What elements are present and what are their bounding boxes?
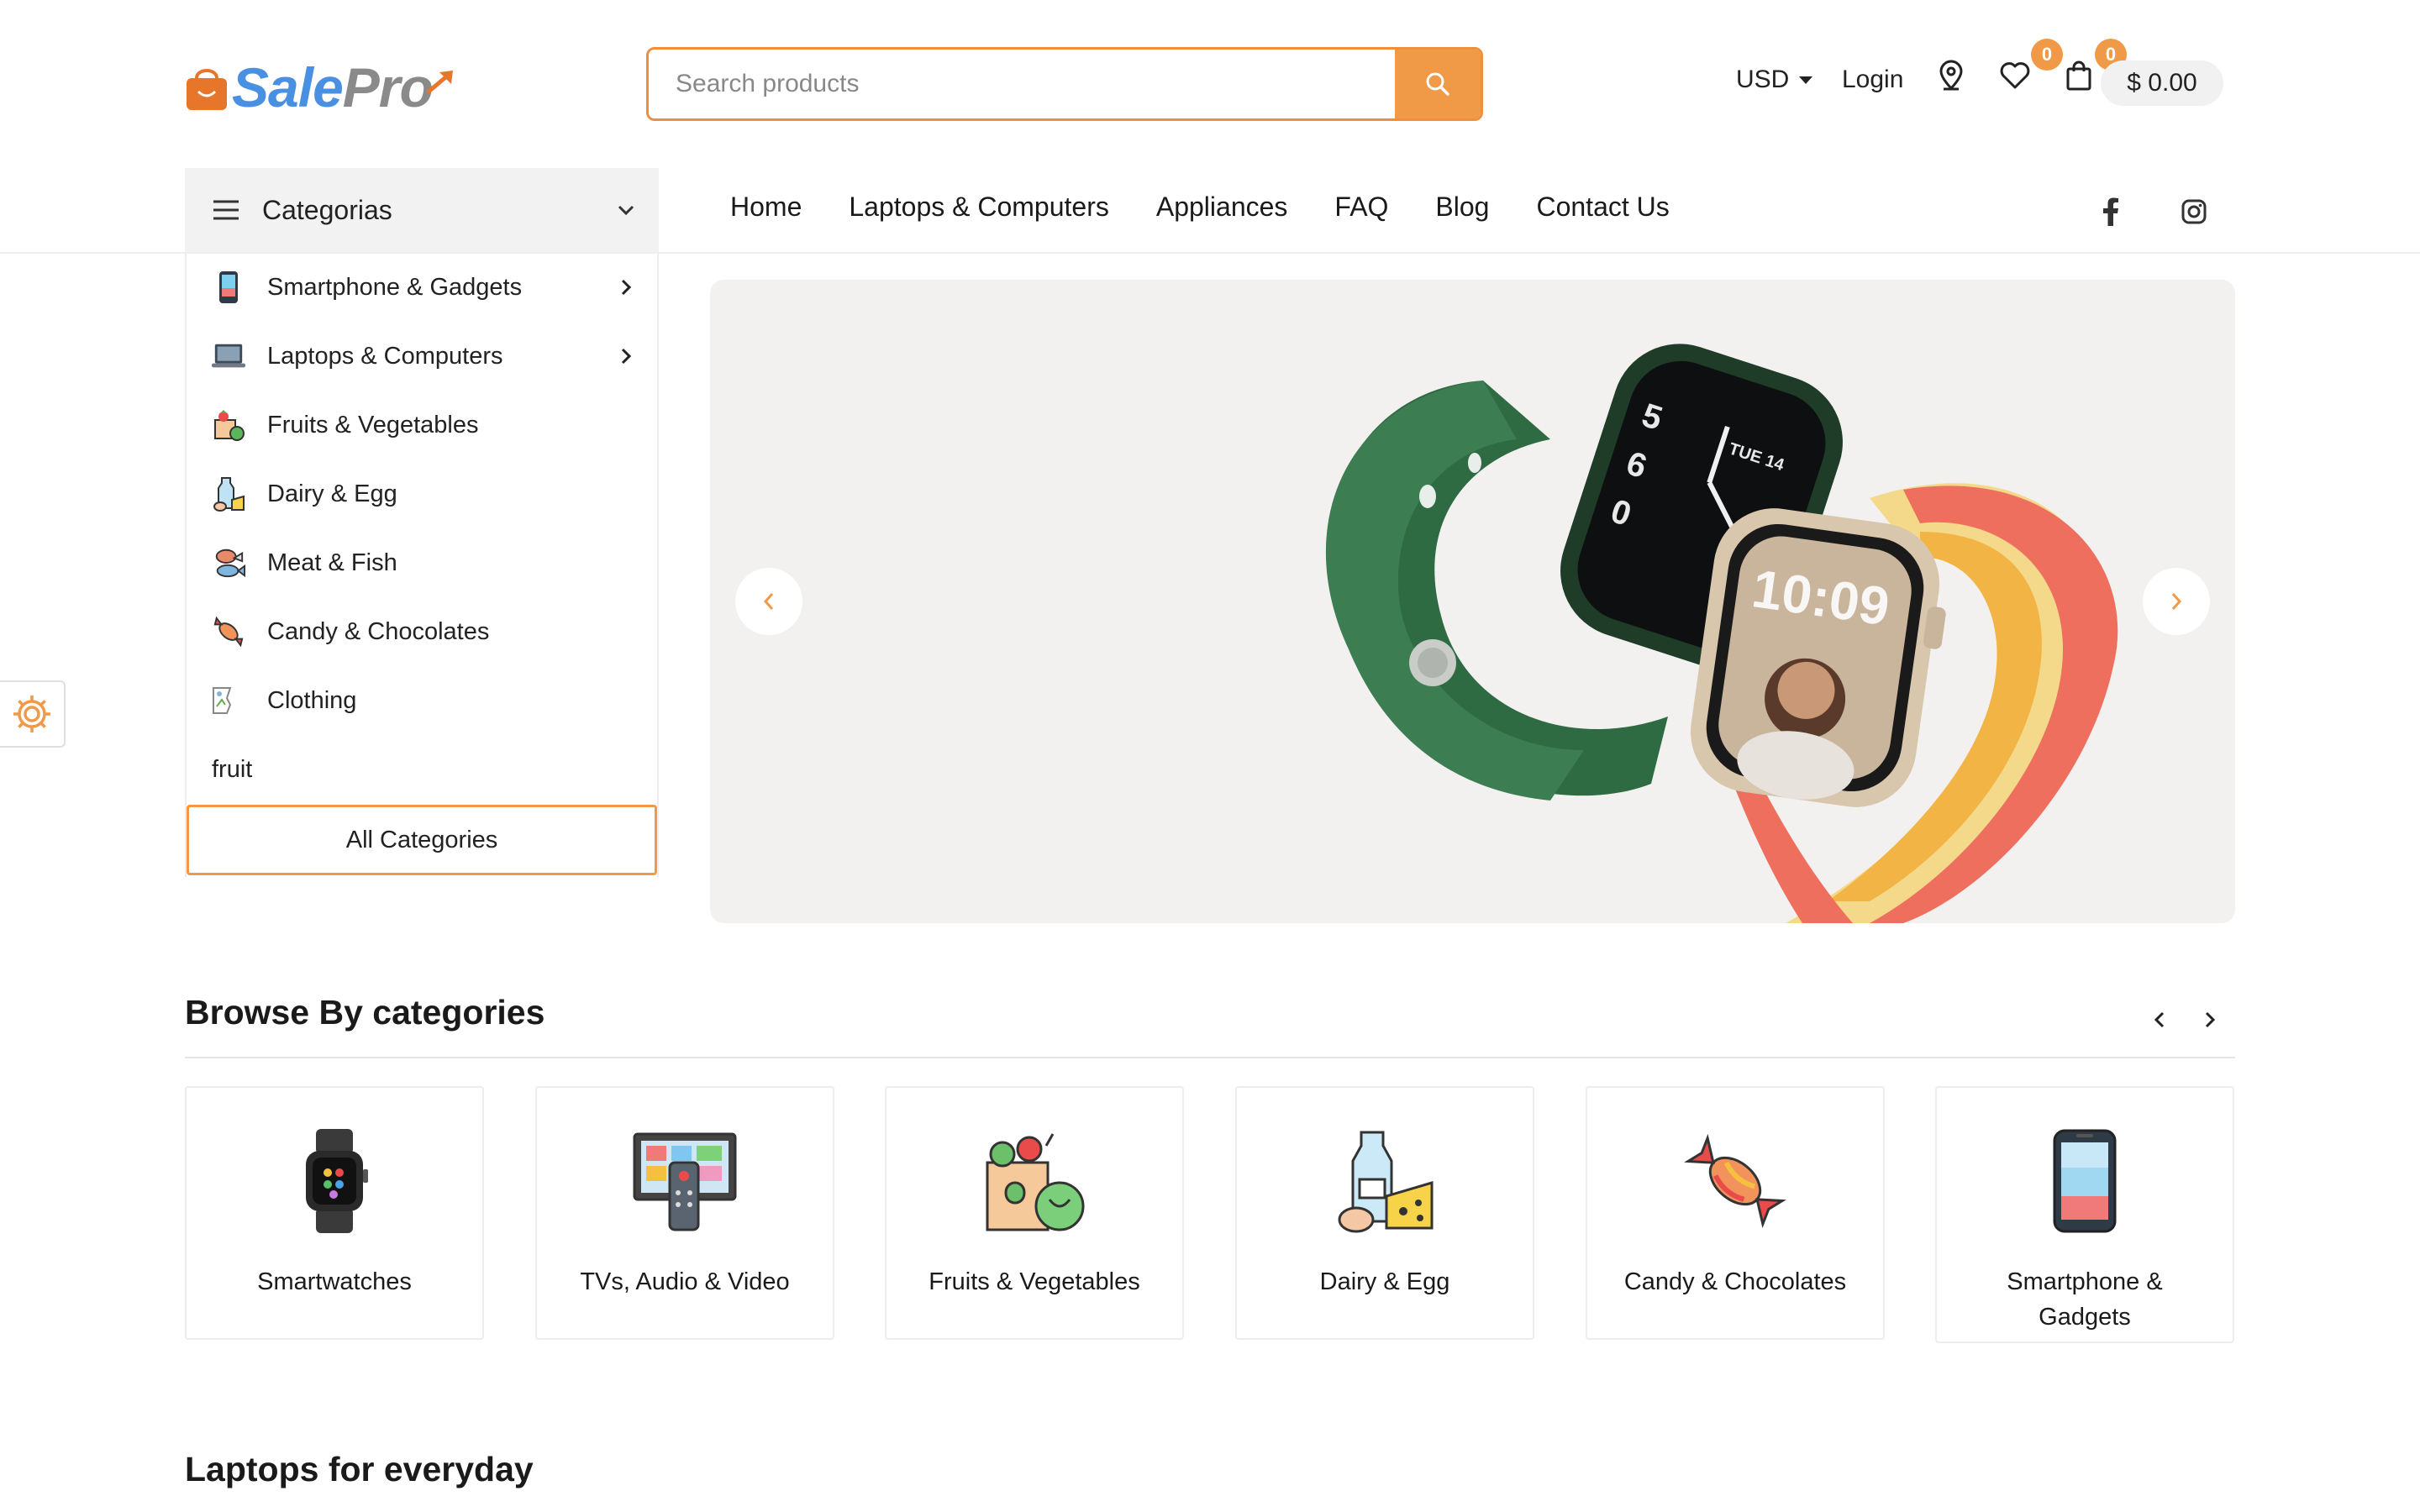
candy-icon — [1681, 1126, 1790, 1236]
site-header: SalePro USD Login 0 — [0, 0, 2420, 168]
all-categories-button[interactable]: All Categories — [187, 805, 657, 875]
browse-prev-button[interactable] — [2143, 1003, 2176, 1037]
nav-item-home[interactable]: Home — [730, 192, 802, 223]
main-navigation: Home Laptops & Computers Appliances FAQ … — [730, 192, 1670, 223]
category-card-smartwatches[interactable]: Smartwatches — [185, 1086, 484, 1340]
category-card-label: TVs, Audio & Video — [580, 1268, 790, 1295]
nav-item-blog[interactable]: Blog — [1435, 192, 1489, 223]
category-card-smartphone-gadgets[interactable]: Smartphone & Gadgets — [1935, 1086, 2234, 1343]
smartwatch-icon — [280, 1126, 389, 1236]
broken-image-icon — [212, 684, 245, 717]
categories-dropdown-toggle[interactable]: Categorias — [185, 168, 659, 252]
category-item-dairy-egg[interactable]: Dairy & Egg — [212, 460, 632, 528]
category-item-smartphone-gadgets[interactable]: Smartphone & Gadgets — [212, 254, 632, 321]
category-item-laptops-computers[interactable]: Laptops & Computers — [212, 323, 632, 390]
category-card-label: Smartphone & Gadgets — [2007, 1268, 2163, 1331]
category-label: Smartphone & Gadgets — [267, 273, 523, 301]
candy-icon — [212, 615, 245, 648]
caret-down-icon — [1799, 76, 1813, 84]
facebook-icon — [2103, 197, 2118, 226]
location-pin-icon — [1939, 60, 1963, 91]
facebook-link[interactable] — [2094, 195, 2128, 228]
chevron-down-icon — [618, 205, 634, 216]
category-card-label: Dairy & Egg — [1319, 1268, 1450, 1295]
category-card-tvs-audio-video[interactable]: TVs, Audio & Video — [535, 1086, 834, 1340]
nav-item-appliances[interactable]: Appliances — [1156, 192, 1288, 223]
category-item-fruits-vegetables[interactable]: Fruits & Vegetables — [212, 391, 632, 459]
category-label: fruit — [212, 755, 253, 783]
meat-fish-icon — [212, 546, 245, 580]
logo-text-sale: Sale — [232, 56, 344, 118]
instagram-link[interactable] — [2177, 195, 2211, 228]
settings-toggle[interactable] — [0, 680, 66, 748]
grocery-bag-icon — [980, 1126, 1089, 1236]
chevron-left-icon — [763, 593, 774, 610]
hero-slider: 5 6 0 TUE 14 10:09 — [710, 280, 2235, 923]
smartphone-icon — [212, 270, 245, 304]
category-label: Candy & Chocolates — [267, 617, 490, 645]
location-button[interactable] — [1931, 55, 1971, 96]
smartphone-icon — [2030, 1126, 2139, 1236]
browse-next-button[interactable] — [2193, 1003, 2227, 1037]
category-item-clothing[interactable]: Clothing — [212, 667, 632, 734]
shopping-bag-icon — [2066, 60, 2091, 91]
cart-total[interactable]: $ 0.00 — [2101, 60, 2223, 106]
logo-text-pro: Pro — [342, 56, 434, 118]
cart-button[interactable] — [2059, 55, 2099, 96]
chevron-left-icon — [2154, 1011, 2165, 1028]
logo-arrow-icon — [426, 71, 453, 94]
category-label: Clothing — [267, 686, 357, 714]
tv-icon — [630, 1126, 739, 1236]
wishlist-button[interactable] — [1995, 55, 2035, 96]
category-card-label: Candy & Chocolates — [1623, 1268, 1847, 1295]
chevron-right-icon — [621, 348, 632, 365]
chevron-right-icon — [2205, 1011, 2216, 1028]
category-label: Meat & Fish — [267, 549, 397, 576]
heart-icon — [2000, 62, 2030, 89]
category-card-label: Fruits & Vegetables — [929, 1268, 1140, 1295]
nav-item-contact-us[interactable]: Contact Us — [1536, 192, 1669, 223]
browse-categories-title: Browse By categories — [185, 993, 545, 1032]
dairy-icon — [1330, 1126, 1439, 1236]
grocery-bag-icon — [212, 408, 245, 442]
categories-menu: Smartphone & Gadgets Laptops & Computers… — [185, 254, 659, 877]
salepro-logo[interactable]: SalePro — [185, 55, 458, 119]
shopping-bag-logo-icon — [187, 69, 227, 110]
instagram-icon — [2181, 199, 2207, 224]
hero-prev-button[interactable] — [735, 568, 802, 635]
category-label: Dairy & Egg — [267, 480, 397, 507]
hero-next-button[interactable] — [2143, 568, 2210, 635]
chevron-right-icon — [621, 279, 632, 296]
currency-selector[interactable]: USD — [1736, 66, 1813, 94]
smartwatch-hero-image: 5 6 0 TUE 14 10:09 — [1325, 344, 2118, 923]
category-card-candy-chocolates[interactable]: Candy & Chocolates — [1586, 1086, 1885, 1340]
chevron-right-icon — [2171, 593, 2182, 610]
gear-icon — [13, 696, 50, 732]
category-label: Fruits & Vegetables — [267, 411, 479, 438]
search-icon — [1426, 72, 1449, 96]
category-card-dairy-egg[interactable]: Dairy & Egg — [1235, 1086, 1534, 1340]
nav-item-faq[interactable]: FAQ — [1334, 192, 1388, 223]
logo-text: SalePro — [232, 55, 434, 119]
categories-title: Categorias — [262, 194, 392, 225]
category-item-meat-fish[interactable]: Meat & Fish — [212, 529, 632, 596]
category-card-fruits-vegetables[interactable]: Fruits & Vegetables — [885, 1086, 1184, 1340]
category-card-label: Smartwatches — [257, 1268, 412, 1295]
search-button[interactable] — [1395, 50, 1481, 118]
search-bar — [646, 47, 1483, 121]
search-input[interactable] — [649, 50, 1395, 118]
category-item-fruit[interactable]: fruit — [212, 736, 632, 803]
hamburger-menu-icon — [213, 200, 239, 220]
dairy-icon — [212, 477, 245, 512]
login-link[interactable]: Login — [1842, 66, 1903, 94]
currency-label: USD — [1736, 66, 1790, 93]
category-item-candy-chocolates[interactable]: Candy & Chocolates — [212, 598, 632, 665]
nav-item-laptops-computers[interactable]: Laptops & Computers — [849, 192, 1109, 223]
category-label: Laptops & Computers — [267, 342, 503, 370]
laptop-icon — [212, 339, 245, 373]
laptops-section-title: Laptops for everyday — [185, 1450, 534, 1488]
section-divider — [185, 1057, 2235, 1058]
